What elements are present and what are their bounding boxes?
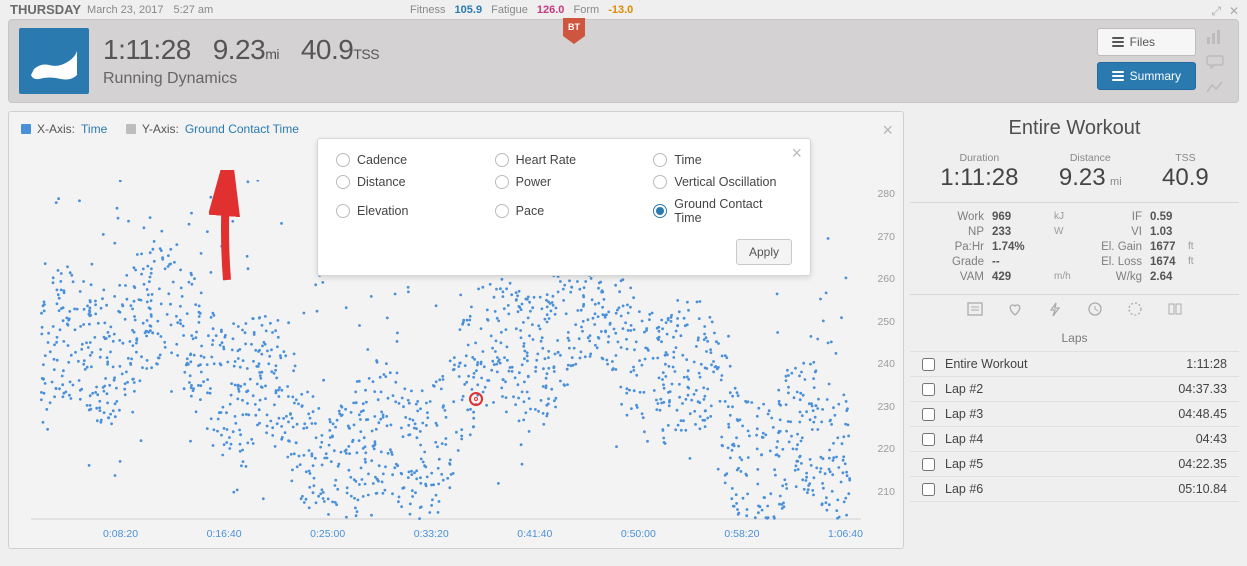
summary-button[interactable]: Summary [1097,62,1196,90]
day-label: THURSDAY [10,2,81,17]
axis-popover: × Cadence Heart Rate Time Distance Power Vert… [317,138,811,276]
dotted-circle-icon[interactable] [1126,301,1144,322]
lap-checkbox[interactable] [922,408,935,421]
grid-icon[interactable] [1166,301,1184,322]
lap-row[interactable]: Lap #404:43 [910,427,1239,452]
workout-header: 1:11:28 9.23mi 40.9TSS Running Dynamics … [8,19,1239,103]
laps-title: Laps [910,328,1239,351]
annotation-arrow [209,170,249,290]
lap-row[interactable]: Lap #304:48.45 [910,402,1239,427]
lap-row[interactable]: Entire Workout1:11:28 [910,352,1239,377]
side-panel: Entire Workout Duration1:11:28 Distance9… [910,111,1239,549]
lap-checkbox[interactable] [922,358,935,371]
apply-button[interactable]: Apply [736,239,792,265]
panel-close-icon[interactable]: × [882,120,893,141]
workout-stats: 1:11:28 9.23mi 40.9TSS Running Dynamics [103,34,379,88]
lap-checkbox[interactable] [922,383,935,396]
lap-checkbox[interactable] [922,483,935,496]
files-button[interactable]: Files [1097,28,1196,56]
axis-option[interactable]: Power [495,175,634,189]
bar-chart-icon[interactable] [1206,30,1224,49]
expand-icon[interactable]: ⤢ [1211,4,1221,19]
x-axis-ticks: 0:08:200:16:400:25:000:33:200:41:400:50:… [103,528,863,540]
axis-option[interactable]: Elevation [336,197,475,225]
axis-option[interactable]: Time [653,153,792,167]
lap-list: Entire Workout1:11:28Lap #204:37.33Lap #… [910,351,1239,502]
date-label: March 23, 2017 [87,4,163,16]
side-icon-row [910,294,1239,328]
lap-checkbox[interactable] [922,433,935,446]
comment-icon[interactable] [1206,55,1224,74]
axis-option[interactable]: Pace [495,197,634,225]
x-axis-link[interactable]: Time [81,122,107,136]
clock-icon[interactable] [1086,301,1104,322]
axis-option[interactable]: Distance [336,175,475,189]
y-axis-link[interactable]: Ground Contact Time [185,122,299,136]
lap-row[interactable]: Lap #204:37.33 [910,377,1239,402]
lap-checkbox[interactable] [922,458,935,471]
axis-option[interactable]: Ground Contact Time [653,197,792,225]
lap-row[interactable]: Lap #605:10.84 [910,477,1239,502]
lap-row[interactable]: Lap #504:22.35 [910,452,1239,477]
axis-option[interactable]: Vertical Oscillation [653,175,792,189]
list-icon[interactable] [966,301,984,322]
bt-badge: BT [563,18,585,44]
heart-icon[interactable] [1006,301,1024,322]
run-icon [19,28,89,94]
distance-value: 9.23 [213,34,266,65]
axis-option[interactable]: Cadence [336,153,475,167]
side-title: Entire Workout [910,111,1239,150]
stats-table: Work969kJIF0.59NP233WVI1.03Pa:Hr1.74%El.… [910,203,1239,294]
duration-value: 1:11:28 [103,34,191,65]
axis-option[interactable]: Heart Rate [495,153,634,167]
summary-stats: Duration1:11:28 Distance9.23 miTSS40.9 [910,150,1239,203]
popover-close-icon[interactable]: × [791,143,802,164]
close-icon[interactable]: ✕ [1229,4,1239,19]
bolt-icon[interactable] [1046,301,1064,322]
chart-panel: × X-Axis: Time Y-Axis: Ground Contact Ti… [8,111,904,549]
chart-marker [469,392,483,406]
tss-value: 40.9 [301,34,354,65]
workout-title: Running Dynamics [103,70,379,88]
fitness-metrics: Fitness 105.9 Fatigue 126.0 Form -13.0 [410,4,639,16]
window-topbar: THURSDAY March 23, 2017 5:27 am Fitness … [0,0,1247,19]
line-chart-icon[interactable] [1206,80,1224,99]
time-label: 5:27 am [173,4,213,16]
y-axis-ticks: 280270260250240230220210 [877,188,895,498]
